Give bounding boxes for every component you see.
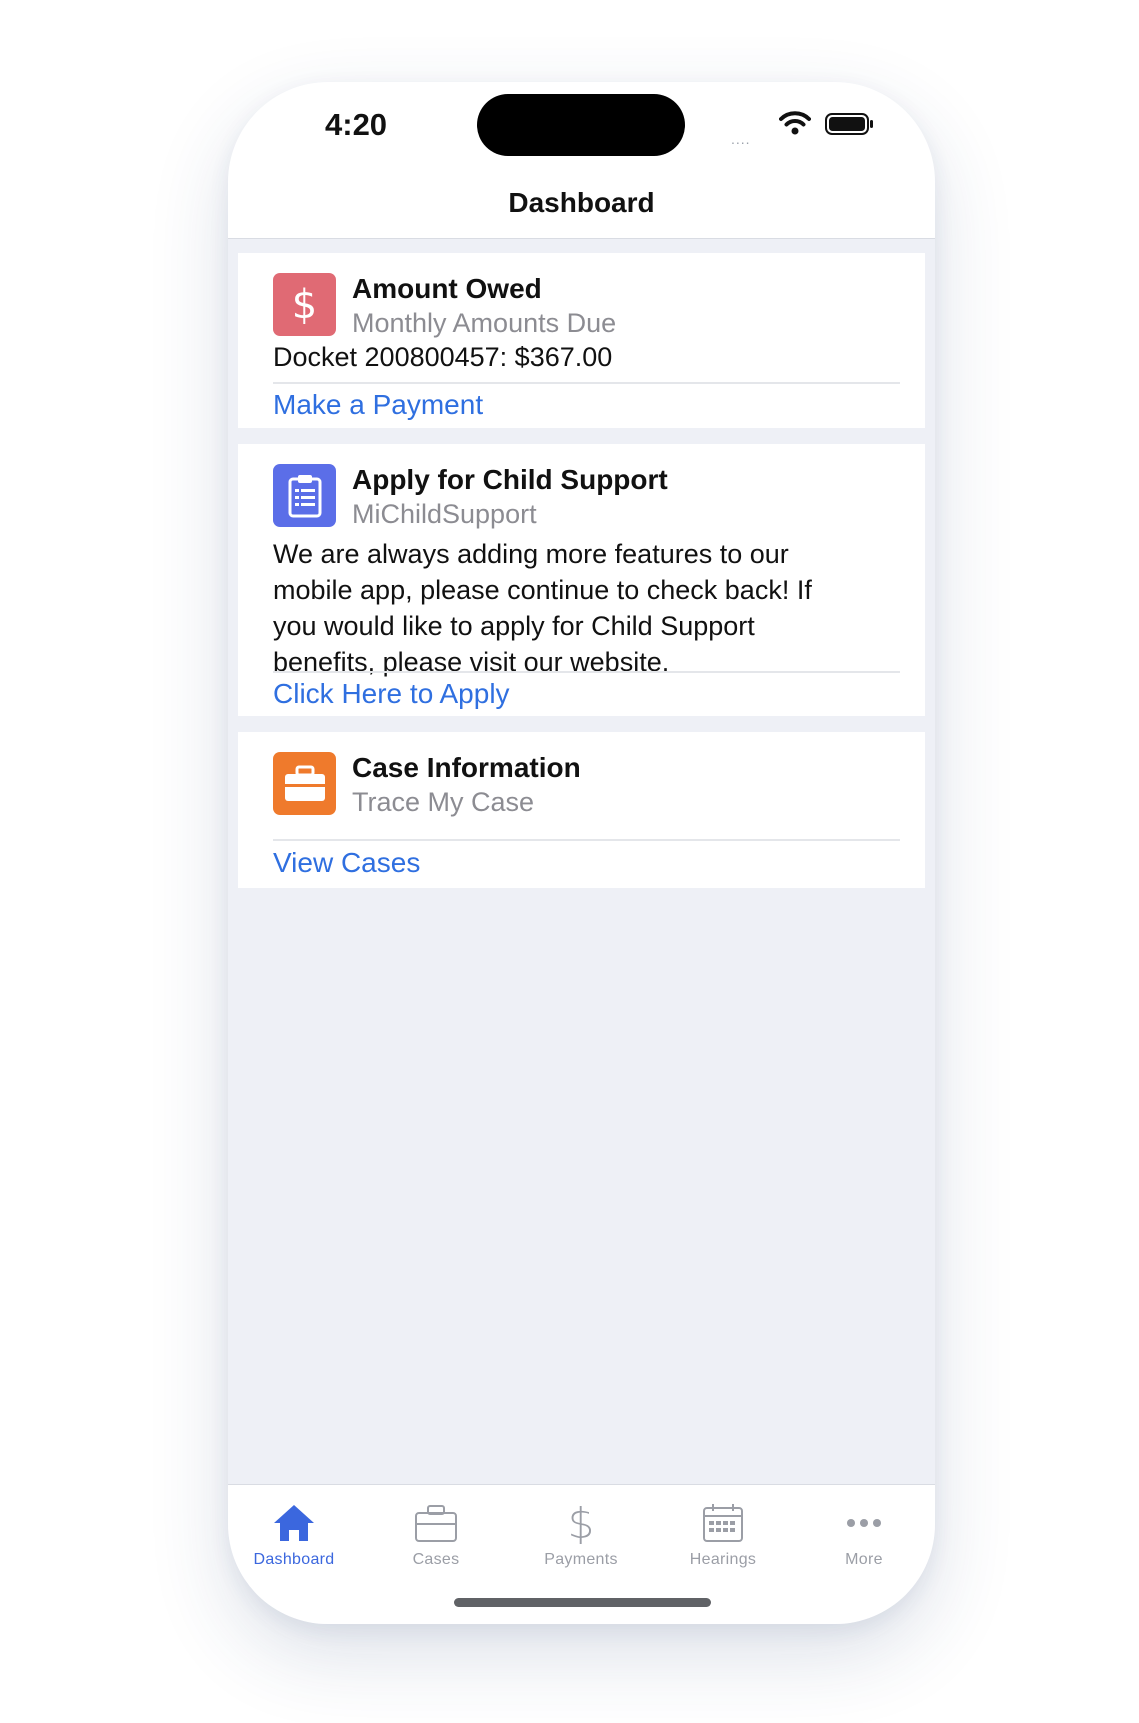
case-information-card: Case Information Trace My Case View Case… [238, 732, 925, 888]
view-cases-link[interactable]: View Cases [273, 847, 420, 879]
make-payment-link[interactable]: Make a Payment [273, 389, 483, 421]
tab-cases[interactable]: Cases [366, 1499, 506, 1579]
tab-label: Payments [544, 1551, 618, 1568]
docket-amount: Docket 200800457: $367.00 [273, 342, 613, 372]
dollar-icon: $ [567, 1498, 595, 1548]
card-title: Amount Owed [352, 273, 542, 304]
battery-icon [825, 113, 873, 135]
card-subtitle: Monthly Amounts Due [352, 308, 617, 338]
card-body-text: We are always adding more features to ou… [273, 536, 873, 680]
briefcase-icon [273, 752, 336, 815]
top-bar: 4:20 .... Dashboard [228, 82, 935, 239]
signal-icon: .... [731, 131, 751, 147]
body-line: mobile app, please continue to check bac… [273, 575, 812, 605]
apply-link[interactable]: Click Here to Apply [273, 678, 510, 710]
tab-label: More [845, 1551, 883, 1568]
calendar-icon [702, 1499, 744, 1547]
card-title: Case Information [352, 752, 581, 783]
tab-hearings[interactable]: Hearings [653, 1499, 793, 1579]
tab-label: Hearings [689, 1551, 757, 1568]
card-divider [273, 382, 900, 384]
card-subtitle: Trace My Case [352, 787, 535, 817]
status-time: 4:20 [325, 107, 388, 142]
apply-child-support-card: Apply for Child Support MiChildSupport W… [238, 444, 925, 716]
tab-payments[interactable]: $ Payments [511, 1499, 651, 1579]
phone-screen: 4:20 .... Dashboard $ Amount Owed Monthl… [228, 82, 935, 1624]
clipboard-icon [273, 464, 336, 527]
body-line: you would like to apply for Child Suppor… [273, 611, 755, 641]
tab-dashboard[interactable]: Dashboard [228, 1499, 364, 1579]
home-indicator [454, 1598, 711, 1607]
body-line: We are always adding more features to ou… [273, 539, 789, 569]
tab-label: Dashboard [253, 1551, 335, 1568]
body-line: benefits, please visit our website. [273, 647, 670, 677]
card-divider [273, 839, 900, 841]
dollar-icon: $ [273, 273, 336, 336]
amount-owed-card: $ Amount Owed Monthly Amounts Due Docket… [238, 253, 925, 428]
tab-label: Cases [412, 1551, 460, 1568]
home-icon [272, 1499, 316, 1547]
page-title: Dashboard [508, 187, 655, 218]
card-subtitle: MiChildSupport [352, 499, 537, 529]
dynamic-island [477, 94, 685, 156]
tab-more[interactable]: More [794, 1499, 934, 1579]
card-title: Apply for Child Support [352, 464, 668, 495]
briefcase-icon [414, 1499, 458, 1547]
card-divider [273, 671, 900, 673]
wifi-icon [779, 111, 811, 135]
more-icon [846, 1499, 882, 1547]
